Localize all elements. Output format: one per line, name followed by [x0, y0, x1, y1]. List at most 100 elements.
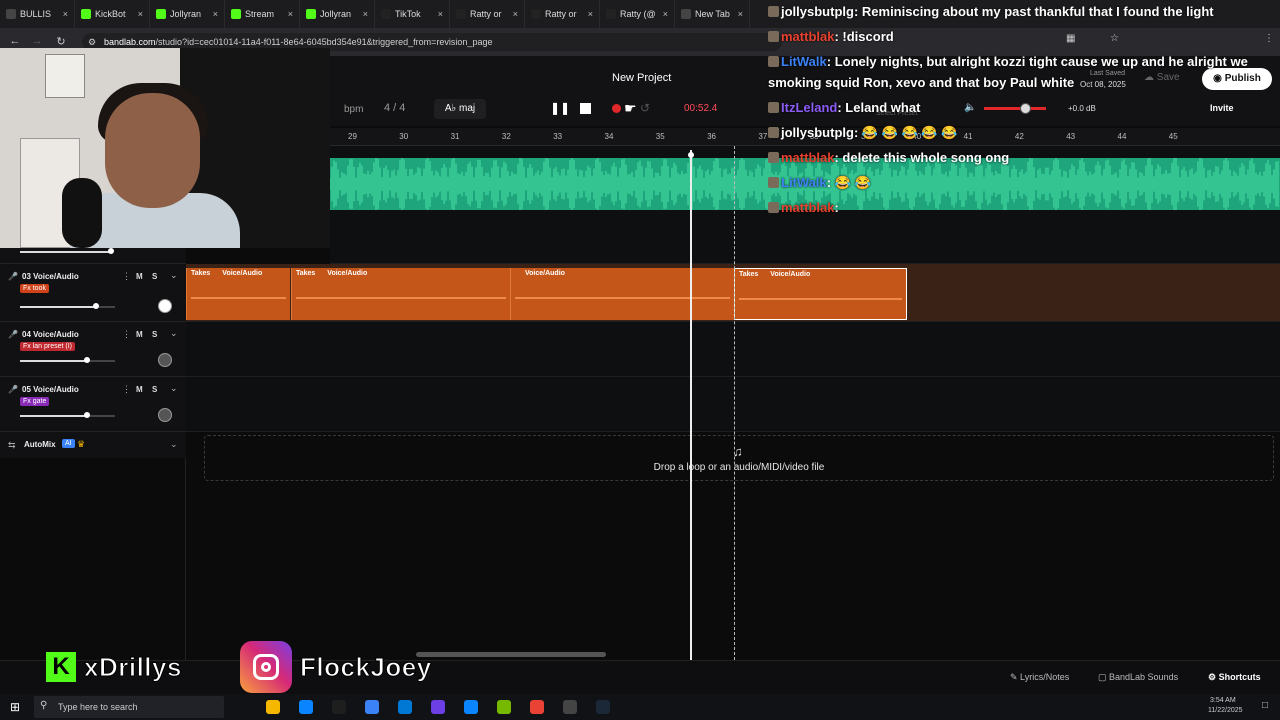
master-volume-slider[interactable]	[984, 103, 1046, 114]
windows-start-icon[interactable]: ⊞	[10, 700, 20, 714]
edge-icon[interactable]	[299, 700, 313, 714]
nvidia-icon[interactable]	[497, 700, 511, 714]
track-name[interactable]: 03 Voice/Audio	[22, 272, 79, 281]
chat-username[interactable]: LitWalk	[781, 54, 827, 69]
track-header[interactable]: 🎤 03 Voice/Audio Fx took ⋮ M S ⌄	[0, 264, 186, 322]
taskbar-search[interactable]: ⚲ Type here to search	[34, 696, 224, 718]
fx-badge[interactable]: Fx gate	[20, 397, 50, 406]
playhead-handle[interactable]	[688, 152, 694, 158]
track-volume-slider[interactable]	[20, 412, 115, 418]
chevron-down-icon[interactable]: ⌄	[170, 328, 178, 339]
browser-tab[interactable]: Ratty or ×	[525, 0, 600, 28]
save-button[interactable]: ☁ Save	[1144, 72, 1180, 83]
reload-icon[interactable]: ↻	[50, 35, 72, 48]
shortcuts-button[interactable]: ⚙ Shortcuts	[1208, 672, 1261, 683]
lyrics-notes-button[interactable]: ✎ Lyrics/Notes	[1010, 672, 1069, 683]
browser-tab[interactable]: TikTok ×	[375, 0, 450, 28]
track-header[interactable]: 🎤 05 Voice/Audio Fx gate ⋮ M S ⌄	[0, 377, 186, 432]
chat-username[interactable]: mattblak	[781, 150, 834, 165]
tab-close-icon[interactable]: ×	[288, 9, 293, 19]
notification-icon[interactable]: □	[1262, 700, 1268, 711]
track-volume-slider[interactable]	[20, 303, 115, 309]
track-name[interactable]: 05 Voice/Audio	[22, 385, 79, 394]
bandlab-sounds-button[interactable]: ▢ BandLab Sounds	[1098, 672, 1178, 683]
upper-volume-slider[interactable]	[20, 248, 114, 254]
browser-tab[interactable]: Jollyran ×	[300, 0, 375, 28]
track-name[interactable]: 04 Voice/Audio	[22, 330, 79, 339]
track-volume-slider[interactable]	[20, 357, 115, 363]
store-icon[interactable]	[332, 700, 346, 714]
chat-username[interactable]: mattblak	[781, 29, 834, 44]
file-explorer-icon[interactable]	[266, 700, 280, 714]
browser-tab[interactable]: Ratty or ×	[450, 0, 525, 28]
loop-icon[interactable]: ↺	[640, 101, 650, 115]
solo-button[interactable]: S	[152, 272, 157, 281]
chevron-down-icon[interactable]: ⌄	[170, 439, 178, 450]
tab-close-icon[interactable]: ×	[588, 9, 593, 19]
tab-close-icon[interactable]: ×	[363, 9, 368, 19]
tab-close-icon[interactable]: ×	[663, 9, 668, 19]
tab-close-icon[interactable]: ×	[513, 9, 518, 19]
browser-tab[interactable]: KickBot ×	[75, 0, 150, 28]
chat-username[interactable]: jollysbutplg	[781, 125, 854, 140]
pause-icon[interactable]: ❚❚	[550, 101, 570, 115]
horizontal-scrollbar[interactable]	[416, 652, 606, 657]
mute-master-icon[interactable]: 🔈	[964, 102, 976, 113]
menu-icon[interactable]: ⋮	[1264, 33, 1274, 44]
obs-icon[interactable]	[563, 700, 577, 714]
chrome-icon[interactable]	[530, 700, 544, 714]
browser-tab[interactable]: BULLIS ×	[0, 0, 75, 28]
tab-close-icon[interactable]: ×	[438, 9, 443, 19]
browser-tab[interactable]: Jollyran ×	[150, 0, 225, 28]
key-selector[interactable]: A♭ maj	[434, 99, 486, 119]
forward-icon[interactable]: →	[26, 35, 48, 47]
audio-clip[interactable]: Voice/Audio	[510, 268, 734, 320]
tab-close-icon[interactable]: ×	[63, 9, 68, 19]
stop-icon[interactable]	[580, 103, 591, 114]
audio-clip[interactable]: Takes Voice/Audio	[734, 268, 907, 320]
pan-knob[interactable]	[158, 353, 172, 367]
chat-username[interactable]: jollysbutplg	[781, 4, 854, 19]
publish-button[interactable]: ◉ Publish	[1202, 68, 1272, 90]
automix-row[interactable]: ⇆ AutoMix AI ♛ ⌄	[0, 432, 186, 458]
fx-badge[interactable]: Fx lan preset (I)	[20, 342, 76, 351]
chat-username[interactable]: LitWalk	[781, 175, 827, 190]
more-icon[interactable]: ⋮	[122, 384, 131, 395]
track-header[interactable]: 🎤 04 Voice/Audio Fx lan preset (I) ⋮ M S ⌄	[0, 322, 186, 377]
steam-icon[interactable]	[596, 700, 610, 714]
solo-button[interactable]: S	[152, 385, 157, 394]
audio-clip[interactable]: Takes Voice/Audio	[291, 268, 510, 320]
browser-tab[interactable]: Stream ×	[225, 0, 300, 28]
pan-knob[interactable]	[158, 408, 172, 422]
more-icon[interactable]: ⋮	[122, 271, 131, 282]
audio-clip[interactable]: Takes Voice/Audio	[186, 268, 290, 320]
playhead[interactable]	[690, 150, 692, 660]
tab-close-icon[interactable]: ×	[213, 9, 218, 19]
more-icon[interactable]: ⋮	[122, 329, 131, 340]
bookmark-icon[interactable]: ☆	[1110, 33, 1119, 44]
back-icon[interactable]: ←	[4, 35, 26, 47]
bpm-label[interactable]: bpm	[344, 104, 363, 115]
mute-button[interactable]: M	[136, 330, 143, 339]
pan-knob[interactable]	[158, 299, 172, 313]
lane-track-04[interactable]	[186, 322, 1280, 377]
invite-button[interactable]: Invite	[1210, 103, 1234, 113]
app-icon[interactable]	[464, 700, 478, 714]
discord-icon[interactable]	[431, 700, 445, 714]
tab-close-icon[interactable]: ×	[138, 9, 143, 19]
chevron-down-icon[interactable]: ⌄	[170, 270, 178, 281]
master-volume-knob[interactable]	[1020, 103, 1031, 114]
extensions-icon[interactable]: ▦	[1066, 33, 1075, 44]
tab-close-icon[interactable]: ×	[738, 9, 743, 19]
drop-zone[interactable]: ♫ Drop a loop or an audio/MIDI/video fil…	[204, 435, 1274, 481]
chevron-down-icon[interactable]: ⌄	[170, 383, 178, 394]
vscode-icon[interactable]	[365, 700, 379, 714]
lane-track-05[interactable]	[186, 377, 1280, 432]
outlook-icon[interactable]	[398, 700, 412, 714]
fx-badge[interactable]: Fx took	[20, 284, 49, 293]
chat-username[interactable]: mattblak	[781, 200, 834, 215]
browser-tab[interactable]: New Tab ×	[675, 0, 750, 28]
browser-tab[interactable]: Ratty (@ ×	[600, 0, 675, 28]
time-signature[interactable]: 4 / 4	[384, 102, 405, 114]
mute-button[interactable]: M	[136, 385, 143, 394]
